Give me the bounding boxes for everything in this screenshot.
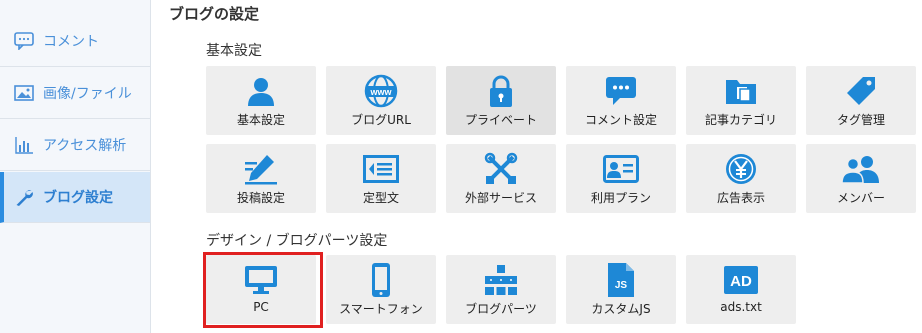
smartphone-icon: [326, 263, 436, 297]
tile-ads-txt[interactable]: AD ads.txt: [686, 255, 796, 324]
tile-smartphone[interactable]: スマートフォン: [326, 255, 436, 324]
ad-icon: AD: [686, 263, 796, 297]
sidebar: コメント 画像/ファイル アクセス解析 ブログ設定: [0, 0, 151, 333]
tile-label: 定型文: [362, 191, 399, 205]
template-icon: [326, 152, 436, 186]
tile-ad-display[interactable]: 広告表示: [686, 144, 796, 213]
tile-post-settings[interactable]: 投稿設定: [206, 144, 316, 213]
bar-chart-icon: [13, 135, 35, 155]
tile-custom-js[interactable]: JS カスタムJS: [566, 255, 676, 324]
page-title: ブログの設定: [169, 5, 260, 23]
tile-basic-settings[interactable]: 基本設定: [206, 66, 316, 135]
section-title-design: デザイン / ブログパーツ設定: [206, 233, 388, 249]
yen-icon: [686, 152, 796, 186]
blog-parts-icon: [446, 263, 556, 297]
tile-label: プライベート: [464, 113, 537, 127]
sidebar-item-access-analysis[interactable]: アクセス解析: [0, 120, 150, 171]
external-tools-icon: [446, 152, 556, 186]
image-icon: [13, 83, 35, 103]
sidebar-item-blog-settings[interactable]: ブログ設定: [0, 172, 150, 223]
tile-pc[interactable]: PC: [206, 255, 316, 324]
tile-label: 外部サービス: [464, 191, 537, 205]
sidebar-item-label: アクセス解析: [43, 138, 127, 154]
tile-label: ads.txt: [720, 300, 762, 314]
folder-icon: [686, 74, 796, 108]
tile-external-services[interactable]: 外部サービス: [446, 144, 556, 213]
tile-label: PC: [253, 300, 269, 314]
tile-private[interactable]: プライベート: [446, 66, 556, 135]
tile-usage-plan[interactable]: 利用プラン: [566, 144, 676, 213]
sidebar-item-label: ブログ設定: [43, 190, 113, 206]
tile-label: メンバー: [836, 191, 885, 205]
tile-comment-settings[interactable]: コメント設定: [566, 66, 676, 135]
js-file-icon: JS: [566, 263, 676, 297]
sidebar-item-label: 画像/ファイル: [43, 86, 132, 102]
main-content: ブログの設定 基本設定 基本設定 www ブログURL プライベート コメント設…: [151, 0, 922, 333]
tile-label: ブログパーツ: [465, 302, 537, 316]
sidebar-item-image-file[interactable]: 画像/ファイル: [0, 68, 150, 119]
wrench-icon: [13, 187, 35, 207]
tile-label: 基本設定: [236, 113, 285, 127]
sidebar-item-comment[interactable]: コメント: [0, 16, 150, 67]
tile-label: スマートフォン: [339, 302, 423, 316]
tile-tag-management[interactable]: タグ管理: [806, 66, 916, 135]
ad-text: AD: [730, 273, 752, 290]
tile-label: 投稿設定: [236, 191, 285, 205]
comment-icon: [13, 31, 35, 51]
tile-label: コメント設定: [584, 113, 657, 127]
pencil-icon: [206, 152, 316, 186]
tile-article-category[interactable]: 記事カテゴリ: [686, 66, 796, 135]
js-text: JS: [615, 280, 628, 291]
lock-icon: [446, 74, 556, 108]
tile-blog-url[interactable]: www ブログURL: [326, 66, 436, 135]
www-globe-icon: www: [326, 74, 436, 108]
sidebar-item-label: コメント: [43, 34, 99, 50]
tile-members[interactable]: メンバー: [806, 144, 916, 213]
tile-template-text[interactable]: 定型文: [326, 144, 436, 213]
tile-blog-parts[interactable]: ブログパーツ: [446, 255, 556, 324]
tile-label: タグ管理: [836, 113, 885, 127]
www-text: www: [369, 87, 392, 97]
id-card-icon: [566, 152, 676, 186]
tile-label: 広告表示: [716, 191, 765, 205]
section-title-basic: 基本設定: [206, 43, 262, 59]
tile-label: カスタムJS: [591, 302, 651, 316]
tile-label: ブログURL: [351, 113, 411, 127]
tag-icon: [806, 74, 916, 108]
monitor-icon: [206, 263, 316, 297]
tile-label: 記事カテゴリ: [704, 113, 777, 127]
user-icon: [206, 74, 316, 108]
speech-bubble-icon: [566, 74, 676, 108]
members-icon: [806, 152, 916, 186]
tile-label: 利用プラン: [590, 191, 651, 205]
